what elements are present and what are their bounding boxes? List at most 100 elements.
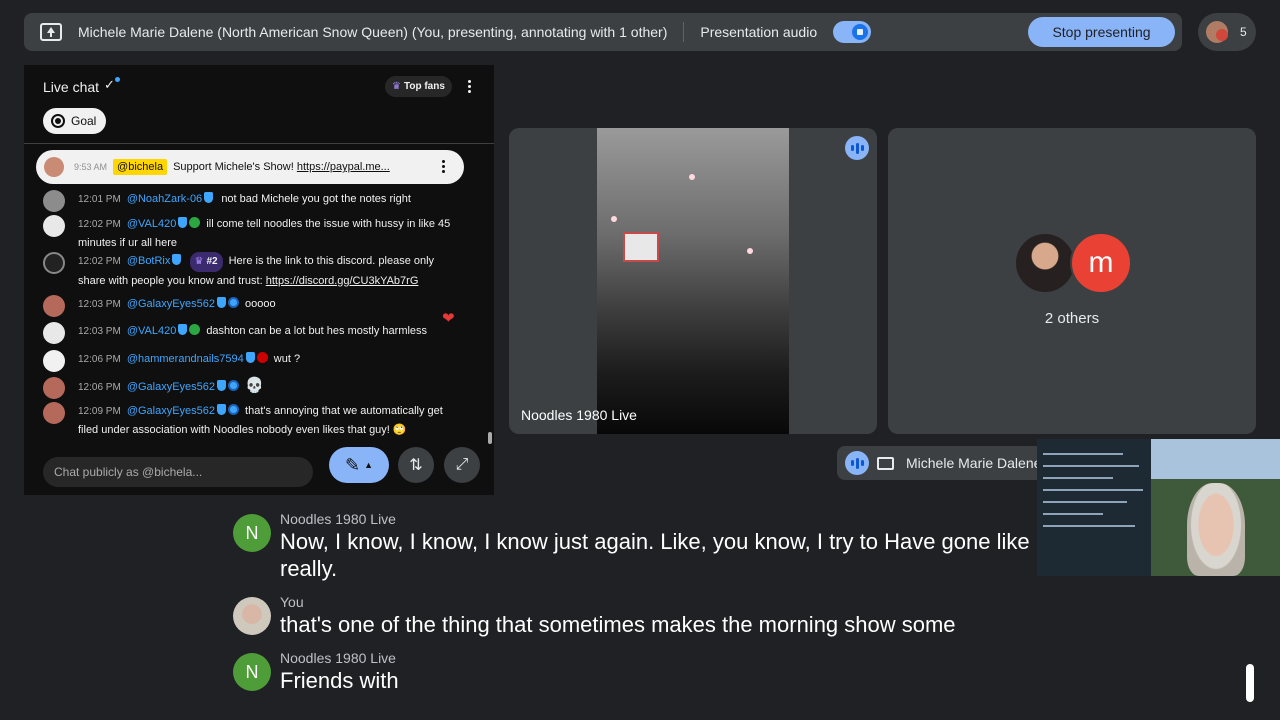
message-author[interactable]: @hammerandnails7594 <box>127 353 244 365</box>
speaking-indicator-icon <box>845 136 869 160</box>
divider <box>24 143 494 144</box>
screen-background <box>1037 439 1151 576</box>
message-author[interactable]: @BotRix <box>127 255 171 267</box>
goal-button[interactable]: Goal <box>43 108 106 134</box>
avatar <box>43 252 65 274</box>
notification-dot <box>115 77 120 82</box>
paypal-link[interactable]: https://paypal.me... <box>297 161 390 173</box>
more-vert-icon[interactable] <box>465 79 473 95</box>
heart-icon[interactable]: ❤ <box>442 309 455 327</box>
message-text: not bad Michele you got the notes right <box>221 193 411 205</box>
more-vert-icon[interactable] <box>440 160 446 174</box>
crown-icon: ♛ <box>392 81 401 92</box>
self-person <box>1187 483 1245 576</box>
chat-message: 12:03 PM @VAL420 dashton can be a lot but … <box>43 322 463 344</box>
presenting-title: Michele Marie Dalene (North American Sno… <box>78 24 668 40</box>
caption-text: that's one of the thing that sometimes m… <box>280 612 956 637</box>
participant-name: Noodles 1980 Live <box>521 407 637 423</box>
pinned-message[interactable]: 9:53 AM @bichela Support Michele's Show!… <box>36 150 464 184</box>
message-text: ooooo <box>245 298 276 310</box>
chat-message: 12:06 PM @hammerandnails7594 wut ? <box>43 350 463 372</box>
others-label: 2 others <box>1044 310 1100 327</box>
chat-message: 12:06 PM @GalaxyEyes562 💀 <box>43 377 463 399</box>
message-text: 💀 <box>245 377 264 394</box>
member-badge-icon <box>189 217 201 228</box>
message-time: 9:53 AM <box>74 162 108 172</box>
message-author[interactable]: @VAL420 <box>127 218 177 230</box>
caption-speaker: You <box>280 594 304 610</box>
participant-count: 5 <box>1240 25 1247 39</box>
avatar: N <box>233 514 271 552</box>
text-line <box>1043 525 1135 527</box>
message-text: dashton can be a lot but hes mostly harm… <box>206 325 428 337</box>
message-author[interactable]: @GalaxyEyes562 <box>127 381 215 393</box>
goal-icon <box>51 114 65 128</box>
participant-tile-noodles[interactable]: Noodles 1980 Live <box>509 128 877 434</box>
verified-check-icon <box>217 404 227 415</box>
annotate-pen-icon: ✎ <box>344 454 361 475</box>
presentation-audio-toggle[interactable] <box>833 21 872 43</box>
avatar <box>1014 232 1076 294</box>
captions-scrollbar[interactable] <box>1246 664 1254 702</box>
text-line <box>1043 489 1143 491</box>
verified-check-icon <box>204 192 214 203</box>
camera-icon <box>877 456 894 470</box>
chat-message: 12:02 PM @BotRix ♛ #2 Here is the link to t… <box>43 252 463 290</box>
message-time: 12:02 PM <box>78 256 121 267</box>
message-author[interactable]: @GalaxyEyes562 <box>127 405 215 417</box>
present-screen-icon <box>40 23 62 41</box>
member-badge-icon <box>256 352 268 363</box>
self-name: Michele Marie Dalene <box>906 455 1042 471</box>
chat-message-list: 12:01 PM @NoahZark-06 not bad Michele you… <box>24 190 494 450</box>
audio-toggle-icon <box>852 24 869 40</box>
member-badge-icon <box>228 297 240 308</box>
avatar <box>44 157 64 177</box>
top-fans-label: Top fans <box>403 81 445 92</box>
verified-check-icon <box>245 352 255 363</box>
discord-link[interactable]: https://discord.gg/CU3kYAb7rG <box>266 275 419 287</box>
chat-title: Live chat <box>43 79 100 95</box>
avatar <box>43 350 65 372</box>
text-line <box>1043 477 1113 479</box>
self-tile-label[interactable]: Michele Marie Dalene <box>837 446 1042 480</box>
caption-text: Now, I know, I know, I know just again. … <box>280 529 1030 581</box>
speaking-indicator-icon <box>845 451 869 475</box>
crown-icon: ♛ <box>194 256 204 267</box>
message-author[interactable]: @NoahZark-06 <box>127 193 202 205</box>
chat-message: 12:03 PM @GalaxyEyes562 ooooo <box>43 295 463 317</box>
message-time: 12:03 PM <box>78 326 121 337</box>
message-author[interactable]: @GalaxyEyes562 <box>127 298 215 310</box>
divider <box>683 22 685 42</box>
caption-speaker: Noodles 1980 Live <box>280 511 396 527</box>
top-fan-rank-badge: ♛ #2 <box>189 252 223 272</box>
chat-message: 12:09 PM @GalaxyEyes562 that's annoying th… <box>43 402 463 439</box>
caption-text: Friends with <box>280 668 399 693</box>
expand-icon[interactable]: ⤢ <box>444 447 480 483</box>
presentation-audio-label: Presentation audio <box>700 24 818 40</box>
stop-presenting-button[interactable]: Stop presenting <box>1028 17 1175 47</box>
chat-scrollbar[interactable] <box>488 432 492 444</box>
avatar <box>43 295 65 317</box>
member-badge-icon <box>228 404 240 415</box>
participant-tile-others[interactable]: m 2 others <box>888 128 1256 434</box>
top-fans-button[interactable]: ♛ Top fans <box>385 76 452 97</box>
message-time: 12:09 PM <box>78 406 121 417</box>
live-chat-panel: Live chat ✓ ♛ Top fans Goal 9:53 AM @bic… <box>24 65 494 495</box>
chat-mode-dropdown-icon[interactable]: ✓ <box>104 77 115 93</box>
chat-message: 12:01 PM @NoahZark-06 not bad Michele you… <box>43 190 463 212</box>
video-feed <box>597 128 789 434</box>
verified-check-icon <box>178 217 188 228</box>
avatar <box>233 597 271 635</box>
avatar <box>43 322 65 344</box>
annotate-pen-button[interactable]: ✎ ▲ <box>329 447 389 483</box>
avatar <box>43 377 65 399</box>
chat-message: 12:02 PM @VAL420 ill come tell noodles the… <box>43 215 463 252</box>
chat-input[interactable]: Chat publicly as @bichela... <box>43 457 313 487</box>
swap-icon[interactable]: ⇅ <box>398 447 434 483</box>
message-author[interactable]: @VAL420 <box>127 325 177 337</box>
tunnel-light <box>611 216 617 222</box>
participants-icon <box>1206 21 1228 43</box>
self-video-feed[interactable] <box>1037 439 1280 576</box>
participants-button[interactable]: 5 <box>1198 13 1256 51</box>
text-line <box>1043 453 1123 455</box>
